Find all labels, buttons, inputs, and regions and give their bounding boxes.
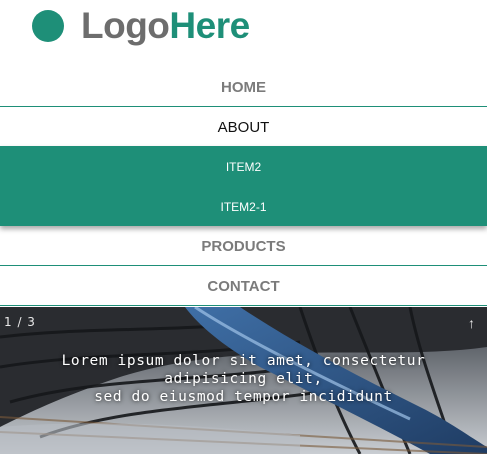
hero-slider[interactable]: 1 / 3 ↑ Lorem ipsum dolor sit amet, cons… [0,307,487,454]
logo-dot-icon [32,10,64,42]
logo-text-part2: Here [169,5,250,46]
nav-item-products[interactable]: PRODUCTS [0,226,487,266]
about-submenu: ITEM2 ITEM2-1 [0,146,487,226]
nav-item-contact[interactable]: CONTACT [0,266,487,306]
slide-counter: 1 / 3 [4,315,36,329]
logo[interactable]: LogoHere [81,4,250,48]
caption-line-3: sed do eiusmod tempor incididunt [94,389,393,405]
slider-up-arrow-icon[interactable]: ↑ [468,315,475,331]
slide-caption: Lorem ipsum dolor sit amet, consectetur … [0,352,487,406]
main-nav: HOME ABOUT ITEM2 ITEM2-1 PRODUCTS CONTAC… [0,67,487,306]
caption-line-1: Lorem ipsum dolor sit amet, consectetur [61,353,426,369]
submenu-item-item2-1[interactable]: ITEM2-1 [0,186,487,226]
nav-item-about[interactable]: ABOUT [0,107,487,147]
nav-item-home[interactable]: HOME [0,67,487,107]
site-header: LogoHere [0,0,487,67]
submenu-item-item2[interactable]: ITEM2 [0,146,487,186]
caption-line-2: adipisicing elit, [164,371,323,387]
logo-text-part1: Logo [81,5,170,46]
